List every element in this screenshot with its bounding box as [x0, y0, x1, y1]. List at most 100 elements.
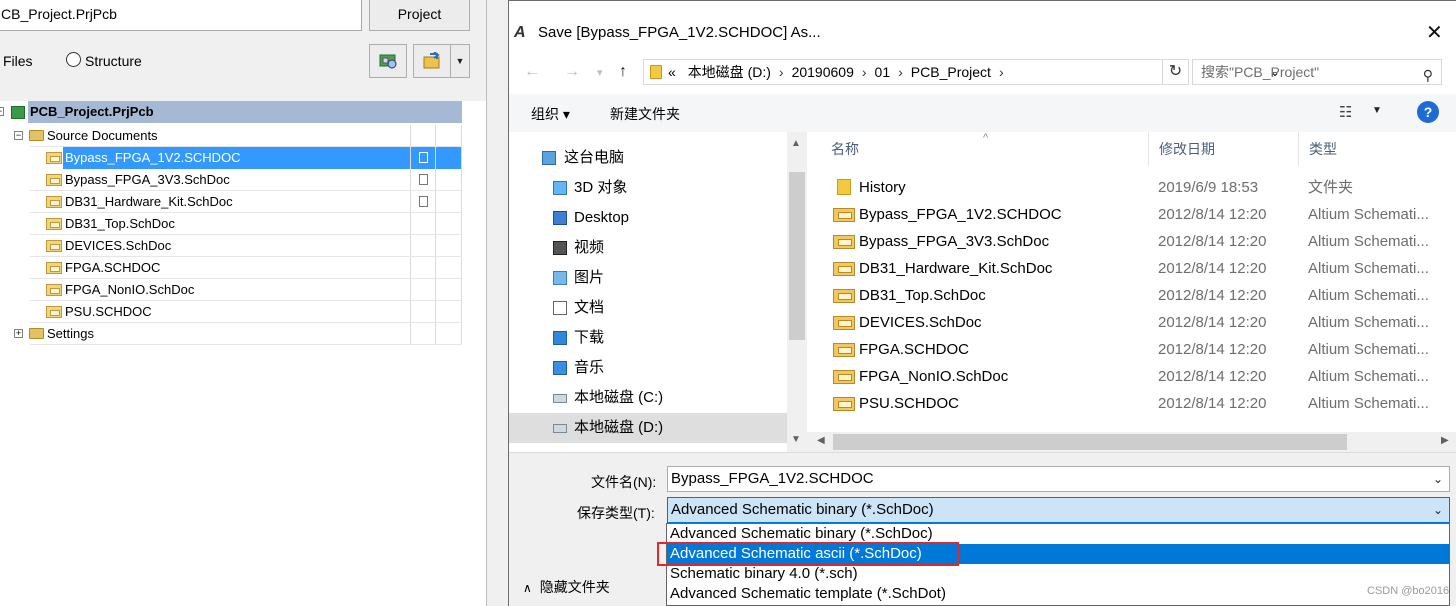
- tree-document[interactable]: DB31_Top.SchDoc: [0, 213, 462, 235]
- file-date: 2012/8/14 12:20: [1158, 287, 1267, 304]
- nav-drive-c[interactable]: 本地磁盘 (C:): [509, 383, 787, 413]
- file-row[interactable]: History 2019/6/9 18:53 文件夹: [821, 174, 1449, 201]
- file-row[interactable]: PSU.SCHDOC 2012/8/14 12:20 Altium Schema…: [821, 390, 1449, 417]
- expand-icon[interactable]: +: [14, 329, 23, 338]
- view-dropdown-icon[interactable]: ▼: [1372, 105, 1382, 116]
- tree-folder-settings[interactable]: + Settings: [0, 323, 462, 345]
- project-options-dropdown[interactable]: ▼: [450, 44, 470, 78]
- panel-splitter[interactable]: [486, 0, 508, 606]
- project-options-button[interactable]: [413, 44, 451, 78]
- file-row[interactable]: FPGA_NonIO.SchDoc 2012/8/14 12:20 Altium…: [821, 363, 1449, 390]
- up-arrow-icon[interactable]: ↑: [619, 63, 627, 81]
- nav-music[interactable]: 音乐: [509, 353, 787, 383]
- compile-project-button[interactable]: [369, 44, 407, 78]
- nav-documents[interactable]: 文档: [509, 293, 787, 323]
- column-header-type[interactable]: 类型: [1299, 132, 1449, 166]
- collapse-icon[interactable]: −: [0, 107, 4, 116]
- tree-document[interactable]: PSU.SCHDOC: [0, 301, 462, 323]
- chevron-down-icon[interactable]: ⌄: [1433, 498, 1443, 522]
- file-row[interactable]: DB31_Top.SchDoc 2012/8/14 12:20 Altium S…: [821, 282, 1449, 309]
- close-icon[interactable]: ✕: [1426, 20, 1443, 45]
- refresh-icon[interactable]: ↻: [1163, 59, 1189, 85]
- tree-document[interactable]: FPGA_NonIO.SchDoc: [0, 279, 462, 301]
- page-icon: [419, 174, 428, 185]
- filename-label: 文件名(N):: [591, 474, 657, 490]
- structure-radio[interactable]: [66, 52, 81, 67]
- chevron-down-icon[interactable]: ⌄: [1433, 467, 1443, 491]
- breadcrumb-separator-icon[interactable]: ›: [898, 64, 903, 80]
- breadcrumb-separator-icon[interactable]: ›: [779, 64, 784, 80]
- nav-label: Desktop: [574, 209, 630, 226]
- tree-document[interactable]: DB31_Hardware_Kit.SchDoc: [0, 191, 462, 213]
- nav-3d-objects[interactable]: 3D 对象: [509, 173, 787, 203]
- breadcrumb-pcb-project[interactable]: PCB_Project: [911, 64, 991, 80]
- back-arrow-icon[interactable]: ←: [524, 63, 540, 81]
- column-header-date[interactable]: 修改日期: [1149, 132, 1299, 166]
- help-icon[interactable]: ?: [1417, 101, 1439, 123]
- recent-locations-icon[interactable]: ▾: [597, 66, 603, 79]
- tree-document[interactable]: DEVICES.SchDoc: [0, 235, 462, 257]
- schematic-file-icon: [833, 343, 855, 357]
- save-type-option[interactable]: Schematic binary 4.0 (*.sch): [667, 564, 1449, 584]
- tree-document[interactable]: Bypass_FPGA_1V2.SCHDOC: [0, 147, 462, 169]
- scroll-thumb[interactable]: [789, 172, 805, 340]
- nav-drive-d[interactable]: 本地磁盘 (D:): [509, 413, 787, 443]
- collapse-icon[interactable]: −: [14, 131, 23, 140]
- dropdown-arrow-icon: ▼: [455, 56, 465, 66]
- nav-downloads[interactable]: 下载: [509, 323, 787, 353]
- file-row[interactable]: DEVICES.SchDoc 2012/8/14 12:20 Altium Sc…: [821, 309, 1449, 336]
- nav-videos[interactable]: 视频: [509, 233, 787, 263]
- breadcrumb-20190609[interactable]: 20190609: [792, 64, 854, 80]
- breadcrumb-separator-icon[interactable]: ›: [999, 64, 1004, 80]
- schematic-file-icon: [833, 316, 855, 330]
- hide-folders-toggle[interactable]: ∧ 隐藏文件夹: [523, 577, 610, 597]
- tree-document[interactable]: FPGA.SCHDOC: [0, 257, 462, 279]
- structure-radio-label[interactable]: Structure: [85, 53, 142, 69]
- file-row[interactable]: FPGA.SCHDOC 2012/8/14 12:20 Altium Schem…: [821, 336, 1449, 363]
- files-radio-label[interactable]: Files: [3, 53, 33, 69]
- tree-document-label: DEVICES.SchDoc: [65, 238, 172, 253]
- organize-menu[interactable]: 组织 ▾: [531, 104, 570, 124]
- breadcrumb-separator-icon[interactable]: ›: [862, 64, 867, 80]
- file-list-horizontal-scrollbar[interactable]: ◀ ▶: [807, 432, 1456, 452]
- tree-document[interactable]: Bypass_FPGA_3V3.SchDoc: [0, 169, 462, 191]
- search-input[interactable]: 搜索"PCB_Project" ⚲: [1192, 59, 1442, 85]
- save-type-select[interactable]: Advanced Schematic binary (*.SchDoc) ⌄: [667, 497, 1450, 523]
- folder-icon: [29, 130, 44, 141]
- nav-scrollbar[interactable]: ▲ ▼: [787, 132, 807, 452]
- save-type-option[interactable]: Advanced Schematic template (*.SchDot): [667, 584, 1449, 604]
- file-row[interactable]: Bypass_FPGA_1V2.SCHDOC 2012/8/14 12:20 A…: [821, 201, 1449, 228]
- scroll-down-icon[interactable]: ▼: [791, 434, 801, 445]
- schematic-doc-icon: [46, 284, 62, 296]
- scroll-thumb[interactable]: [833, 434, 1347, 450]
- address-box[interactable]: « 本地磁盘 (D:) › 20190609 › 01 › PCB_Project › ⌄: [643, 59, 1280, 85]
- save-type-option[interactable]: Advanced Schematic binary (*.SchDoc): [667, 524, 1449, 544]
- dialog-titlebar[interactable]: A Save [Bypass_FPGA_1V2.SCHDOC] As... ✕: [509, 1, 1456, 44]
- forward-arrow-icon[interactable]: →: [564, 63, 580, 81]
- nav-desktop[interactable]: Desktop: [509, 203, 787, 233]
- file-date: 2012/8/14 12:20: [1158, 368, 1267, 385]
- scroll-up-icon[interactable]: ▲: [791, 138, 801, 149]
- new-folder-button[interactable]: 新建文件夹: [610, 104, 680, 124]
- schematic-file-icon: [833, 262, 855, 276]
- column-header-name[interactable]: 名称: [821, 132, 1149, 166]
- file-row[interactable]: Bypass_FPGA_3V3.SchDoc 2012/8/14 12:20 A…: [821, 228, 1449, 255]
- breadcrumb-overflow[interactable]: «: [668, 64, 676, 80]
- pcb-project-icon: [11, 106, 25, 119]
- file-row[interactable]: DB31_Hardware_Kit.SchDoc 2012/8/14 12:20…: [821, 255, 1449, 282]
- project-name-field[interactable]: CB_Project.PrjPcb: [0, 0, 362, 31]
- view-options-icon[interactable]: ☷: [1339, 103, 1352, 121]
- breadcrumb-01[interactable]: 01: [875, 64, 891, 80]
- filename-input[interactable]: Bypass_FPGA_1V2.SCHDOC ⌄: [667, 466, 1450, 492]
- scroll-left-icon[interactable]: ◀: [817, 435, 825, 446]
- nav-pictures[interactable]: 图片: [509, 263, 787, 293]
- tree-document-label: Bypass_FPGA_1V2.SCHDOC: [63, 147, 410, 169]
- tree-column-cell: [436, 191, 462, 213]
- breadcrumb-drive-d[interactable]: 本地磁盘 (D:): [688, 64, 771, 80]
- project-button[interactable]: Project: [369, 0, 470, 31]
- scroll-right-icon[interactable]: ▶: [1441, 435, 1449, 446]
- nav-this-pc[interactable]: 这台电脑: [509, 143, 787, 173]
- tree-root-project[interactable]: − PCB_Project.PrjPcb: [0, 101, 462, 123]
- search-icon[interactable]: ⚲: [1423, 63, 1433, 87]
- tree-folder-source[interactable]: − Source Documents: [0, 125, 462, 147]
